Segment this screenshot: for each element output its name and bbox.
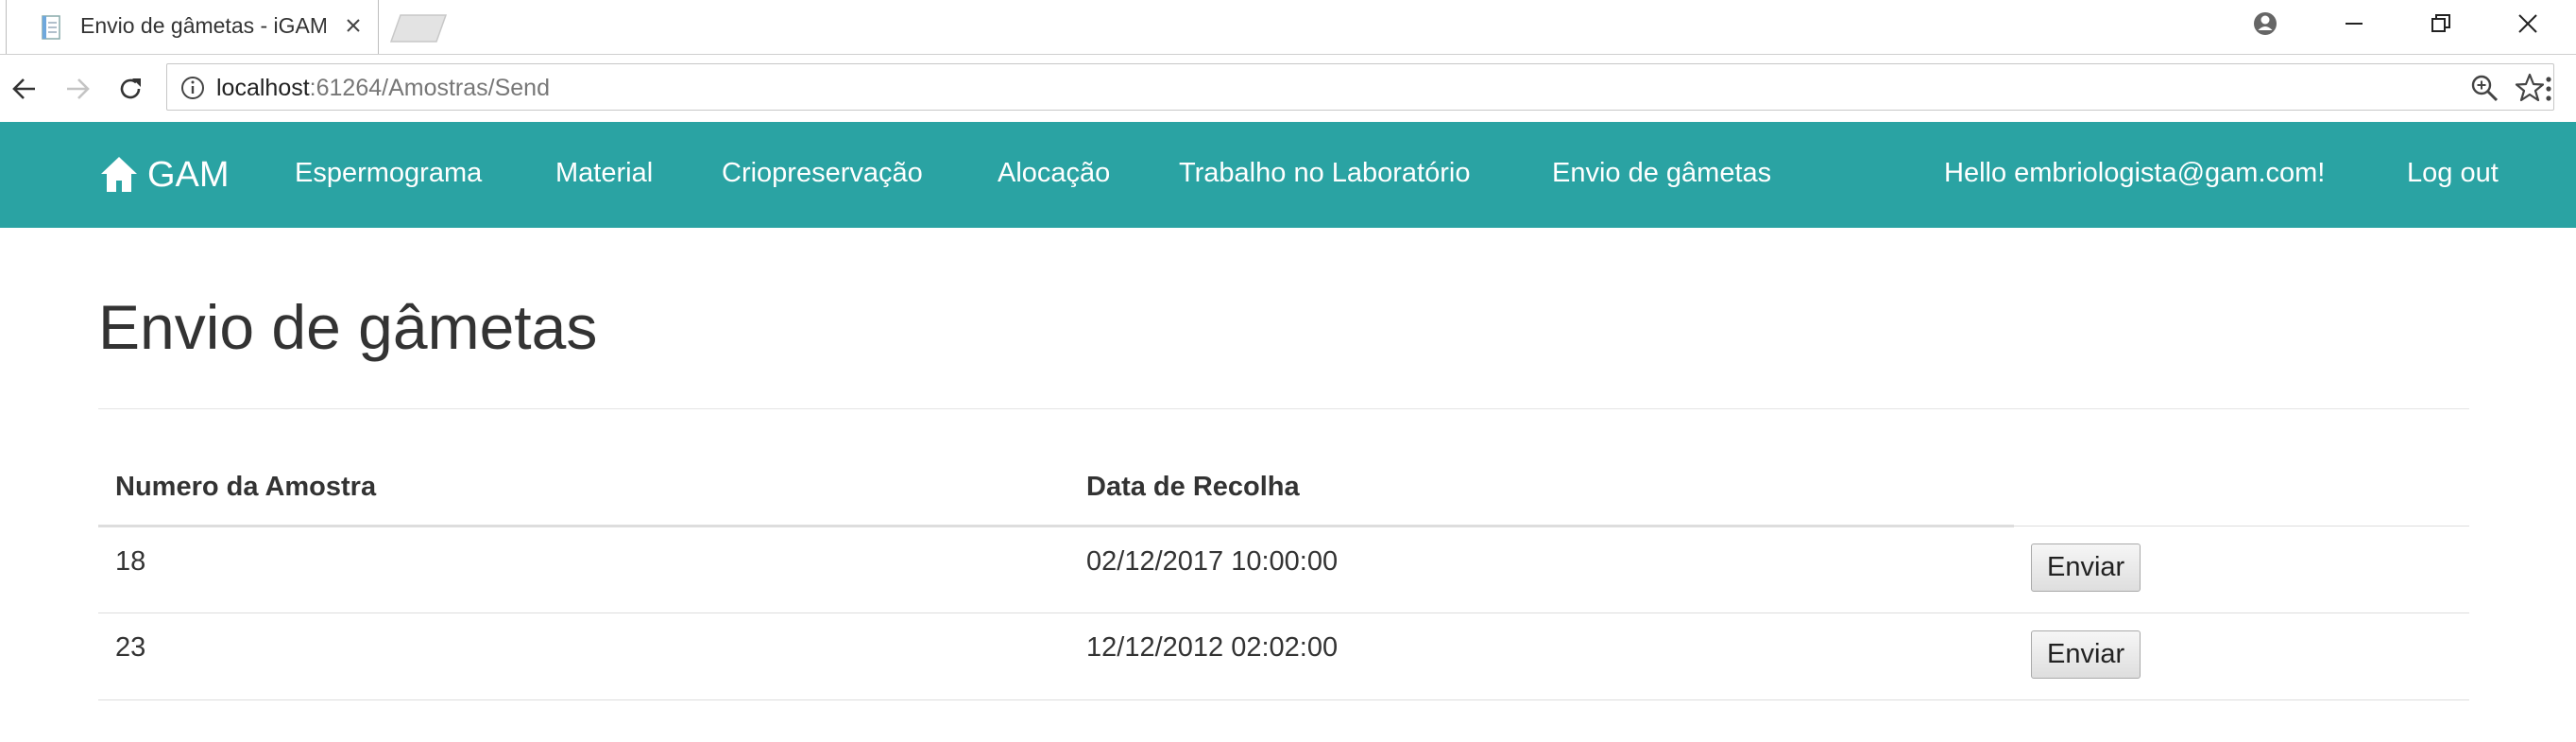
cell-numero: 23 bbox=[98, 613, 1069, 700]
samples-table: Numero da Amostra Data de Recolha 18 02/… bbox=[98, 450, 2469, 700]
back-arrow-icon[interactable] bbox=[4, 68, 45, 110]
nav-trabalho-laboratorio[interactable]: Trabalho no Laboratório bbox=[1179, 158, 1470, 189]
url-text: localhost:61264/Amostras/Send bbox=[216, 75, 550, 102]
brand-link[interactable]: GAM bbox=[98, 152, 230, 198]
reload-icon[interactable] bbox=[110, 68, 151, 110]
header-actions bbox=[2014, 450, 2469, 526]
nav-alocacao[interactable]: Alocação bbox=[998, 158, 1110, 189]
browser-tab-active[interactable]: Envio de gâmetas - iGAM bbox=[6, 0, 379, 54]
profile-icon[interactable] bbox=[2220, 0, 2311, 47]
nav-material[interactable]: Material bbox=[555, 158, 653, 189]
kebab-menu-icon[interactable] bbox=[2528, 68, 2569, 110]
cell-action: Enviar bbox=[2014, 613, 2469, 700]
user-greeting[interactable]: Hello embriologista@gam.com! bbox=[1944, 158, 2325, 189]
send-button[interactable]: Enviar bbox=[2031, 543, 2141, 592]
header-data-recolha: Data de Recolha bbox=[1069, 450, 2014, 527]
tab-title: Envio de gâmetas - iGAM bbox=[80, 13, 326, 38]
nav-espermograma[interactable]: Espermograma bbox=[295, 158, 482, 189]
address-bar[interactable]: localhost:61264/Amostras/Send bbox=[166, 63, 2554, 111]
brand-label: GAM bbox=[147, 154, 230, 195]
logout-link[interactable]: Log out bbox=[2407, 158, 2499, 189]
new-tab-button[interactable] bbox=[387, 13, 450, 43]
send-button[interactable]: Enviar bbox=[2031, 630, 2141, 679]
header-numero-amostra: Numero da Amostra bbox=[98, 450, 1069, 527]
forward-arrow-icon[interactable] bbox=[57, 68, 98, 110]
minimize-icon[interactable] bbox=[2311, 0, 2397, 47]
url-path: :61264/Amostras/Send bbox=[309, 75, 550, 101]
page-icon bbox=[42, 15, 60, 40]
page-title: Envio de gâmetas bbox=[98, 292, 598, 362]
info-icon[interactable] bbox=[179, 74, 207, 102]
nav-criopreservacao[interactable]: Criopreservação bbox=[722, 158, 923, 189]
tab-close-icon[interactable] bbox=[339, 11, 367, 40]
title-divider bbox=[98, 408, 2469, 409]
cell-data: 12/12/2012 02:02:00 bbox=[1069, 613, 2014, 700]
cell-data: 02/12/2017 10:00:00 bbox=[1069, 526, 2014, 613]
url-host: localhost bbox=[216, 75, 310, 101]
browser-toolbar: localhost:61264/Amostras/Send bbox=[0, 54, 2576, 122]
app-navbar: GAM Espermograma Material Criopreservaçã… bbox=[0, 122, 2576, 228]
cell-numero: 18 bbox=[98, 526, 1069, 613]
home-icon bbox=[101, 157, 137, 192]
table-row: 18 02/12/2017 10:00:00 Enviar bbox=[98, 526, 2469, 613]
window-close-icon[interactable] bbox=[2484, 0, 2571, 47]
nav-envio-gametas[interactable]: Envio de gâmetas bbox=[1552, 158, 1771, 189]
restore-icon[interactable] bbox=[2397, 0, 2484, 47]
browser-tabstrip: Envio de gâmetas - iGAM bbox=[0, 0, 2576, 54]
zoom-icon[interactable] bbox=[2468, 72, 2500, 104]
table-header-row: Numero da Amostra Data de Recolha bbox=[98, 450, 2469, 527]
table-row: 23 12/12/2012 02:02:00 Enviar bbox=[98, 613, 2469, 700]
cell-action: Enviar bbox=[2014, 526, 2469, 613]
